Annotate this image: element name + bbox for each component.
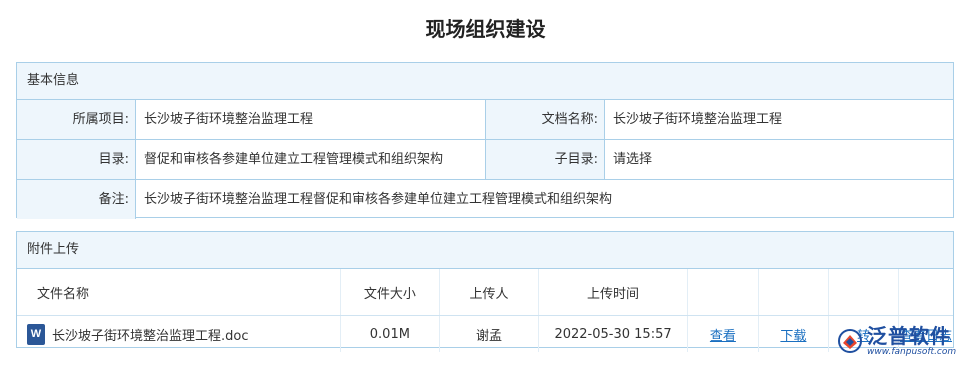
watermark: 泛普软件 www.fanpusoft.com — [837, 322, 963, 360]
col-action-3 — [828, 269, 899, 316]
subcatalog-label: 子目录: — [486, 140, 605, 179]
doc-name-label: 文档名称: — [486, 100, 605, 139]
fanpu-logo-icon — [838, 329, 862, 353]
info-row-remark: 备注: 长沙坡子街环境整治监理工程督促和审核各参建单位建立工程管理模式和组织架构 — [17, 180, 953, 219]
attachments-table: 文件名称 文件大小 上传人 上传时间 W 长沙坡子街环境整治监理工程.doc 0… — [17, 269, 953, 352]
file-name: 长沙坡子街环境整治监理工程.doc — [52, 328, 249, 344]
project-value[interactable]: 长沙坡子街环境整治监理工程 — [136, 100, 486, 139]
catalog-label: 目录: — [17, 140, 136, 179]
remark-value[interactable]: 长沙坡子街环境整治监理工程督促和审核各参建单位建立工程管理模式和组织架构 — [136, 180, 953, 219]
basic-info-header: 基本信息 — [17, 63, 953, 100]
attachments-header: 附件上传 — [17, 232, 953, 269]
basic-info-panel: 基本信息 所属项目: 长沙坡子街环境整治监理工程 文档名称: 长沙坡子街环境整治… — [16, 62, 954, 219]
upload-time: 2022-05-30 15:57 — [538, 315, 689, 352]
catalog-value[interactable]: 督促和审核各参建单位建立工程管理模式和组织架构 — [136, 140, 486, 179]
attachments-panel: 附件上传 文件名称 文件大小 上传人 上传时间 W 长沙坡子街环境整治监理工程.… — [16, 231, 954, 352]
col-action-2 — [758, 269, 830, 316]
watermark-brand: 泛普软件 — [867, 323, 951, 348]
file-size: 0.01M — [340, 315, 441, 352]
table-row: W 长沙坡子街环境整治监理工程.doc 0.01M 谢孟 2022-05-30 … — [17, 315, 953, 352]
info-row-project: 所属项目: 长沙坡子街环境整治监理工程 文档名称: 长沙坡子街环境整治监理工程 — [17, 100, 953, 140]
file-name-cell: W 长沙坡子街环境整治监理工程.doc — [17, 315, 341, 352]
col-action-4 — [898, 269, 953, 316]
col-action-1 — [687, 269, 759, 316]
col-file-size: 文件大小 — [340, 269, 441, 316]
uploader: 谢孟 — [439, 315, 539, 352]
download-cell: 下载 — [758, 315, 830, 352]
doc-name-value[interactable]: 长沙坡子街环境整治监理工程 — [605, 100, 953, 139]
page-title: 现场组织建设 — [425, 17, 546, 41]
col-uploader: 上传人 — [439, 269, 539, 316]
remark-label: 备注: — [17, 180, 136, 219]
project-label: 所属项目: — [17, 100, 136, 139]
attachments-header-row: 文件名称 文件大小 上传人 上传时间 — [17, 269, 953, 316]
info-row-catalog: 目录: 督促和审核各参建单位建立工程管理模式和组织架构 子目录: 请选择 — [17, 140, 953, 180]
download-link[interactable]: 下载 — [780, 329, 806, 344]
col-upload-time: 上传时间 — [538, 269, 689, 316]
word-doc-icon: W — [27, 323, 45, 345]
col-file-name: 文件名称 — [17, 269, 341, 316]
view-cell: 查看 — [687, 315, 759, 352]
view-link[interactable]: 查看 — [710, 329, 736, 344]
subcatalog-select[interactable]: 请选择 — [605, 140, 953, 179]
watermark-url: www.fanpusoft.com — [867, 346, 957, 357]
